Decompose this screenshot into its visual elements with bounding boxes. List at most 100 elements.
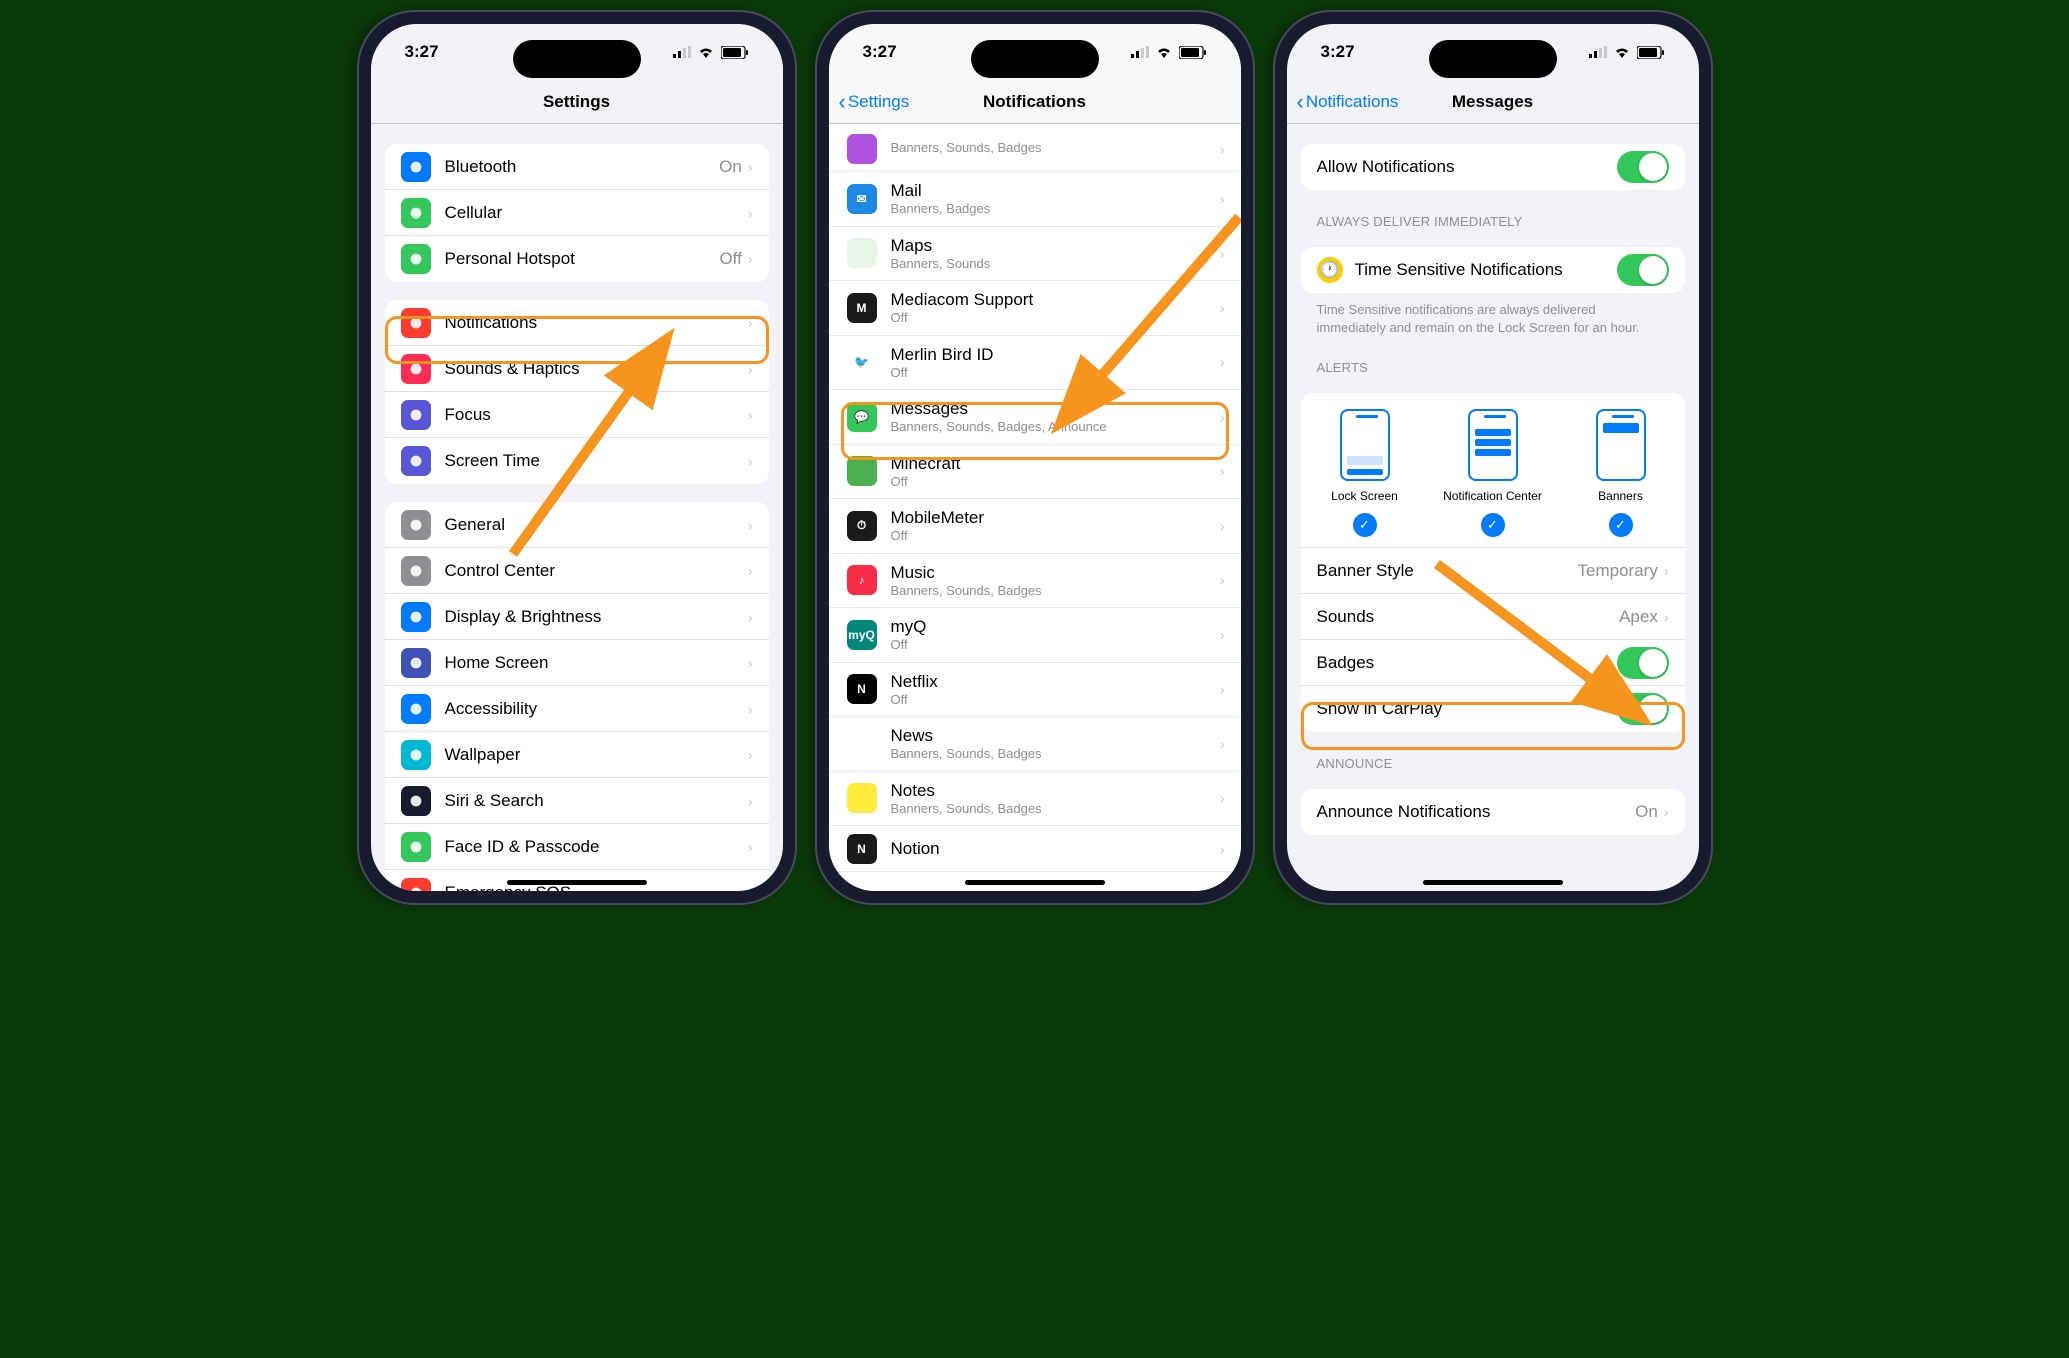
settings-row-notifications[interactable]: Notifications› bbox=[385, 300, 769, 346]
settings-row-general[interactable]: General› bbox=[385, 502, 769, 548]
back-button[interactable]: ‹Notifications bbox=[1297, 89, 1399, 115]
sounds-row[interactable]: Sounds Apex › bbox=[1301, 594, 1685, 640]
app-row-myq[interactable]: myQmyQOff› bbox=[829, 608, 1241, 663]
settings-row-display-brightness[interactable]: Display & Brightness› bbox=[385, 594, 769, 640]
app-icon: N bbox=[847, 674, 877, 704]
settings-content[interactable]: BluetoothOn›Cellular›Personal HotspotOff… bbox=[371, 124, 783, 891]
app-row-netflix[interactable]: NNetflixOff› bbox=[829, 663, 1241, 718]
screen-2: 3:27 ‹Settings Notifications Banners, So… bbox=[829, 24, 1241, 891]
chevron-right-icon: › bbox=[748, 839, 753, 855]
app-sub: Banners, Sounds, Badges bbox=[891, 746, 1220, 762]
nav-bar: ‹Settings Notifications bbox=[829, 80, 1241, 124]
settings-row-face-id-passcode[interactable]: Face ID & Passcode› bbox=[385, 824, 769, 870]
time-sensitive-group: 🕐 Time Sensitive Notifications bbox=[1301, 247, 1685, 293]
alert-banners[interactable]: Banners bbox=[1557, 409, 1685, 503]
home-indicator[interactable] bbox=[1423, 880, 1563, 885]
settings-row-bluetooth[interactable]: BluetoothOn› bbox=[385, 144, 769, 190]
allow-toggle[interactable] bbox=[1617, 151, 1669, 183]
time-sensitive-toggle[interactable] bbox=[1617, 254, 1669, 286]
chevron-right-icon: › bbox=[748, 609, 753, 625]
app-row-mediacom-support[interactable]: MMediacom SupportOff› bbox=[829, 281, 1241, 336]
wifi-icon bbox=[697, 46, 715, 58]
check-icon[interactable]: ✓ bbox=[1481, 513, 1505, 537]
signal-icon bbox=[1589, 46, 1607, 58]
battery-icon bbox=[721, 46, 749, 59]
settings-row-cellular[interactable]: Cellular› bbox=[385, 190, 769, 236]
back-button[interactable]: ‹Settings bbox=[839, 89, 910, 115]
settings-row-screen-time[interactable]: Screen Time› bbox=[385, 438, 769, 484]
settings-row-wallpaper[interactable]: Wallpaper› bbox=[385, 732, 769, 778]
app-name: Mail bbox=[891, 180, 1220, 201]
settings-row-control-center[interactable]: Control Center› bbox=[385, 548, 769, 594]
time-sensitive-row[interactable]: 🕐 Time Sensitive Notifications bbox=[1301, 247, 1685, 293]
app-row-merlin-bird-id[interactable]: 🐦Merlin Bird IDOff› bbox=[829, 336, 1241, 391]
app-icon bbox=[847, 783, 877, 813]
chevron-right-icon: › bbox=[1220, 463, 1225, 479]
app-icon: N bbox=[847, 729, 877, 759]
app-row-minecraft[interactable]: MinecraftOff› bbox=[829, 445, 1241, 500]
always-deliver-header: ALWAYS DELIVER IMMEDIATELY bbox=[1317, 214, 1669, 229]
app-sub: Banners, Badges bbox=[891, 201, 1220, 217]
app-icon bbox=[847, 456, 877, 486]
badges-row[interactable]: Badges bbox=[1301, 640, 1685, 686]
settings-row-personal-hotspot[interactable]: Personal HotspotOff› bbox=[385, 236, 769, 282]
app-row-messages[interactable]: 💬MessagesBanners, Sounds, Badges, Announ… bbox=[829, 390, 1241, 445]
row-label: Accessibility bbox=[445, 699, 748, 719]
settings-row-sounds-haptics[interactable]: Sounds & Haptics› bbox=[385, 346, 769, 392]
row-label: Home Screen bbox=[445, 653, 748, 673]
app-label-stack: NotesBanners, Sounds, Badges bbox=[891, 778, 1220, 820]
settings-row-home-screen[interactable]: Home Screen› bbox=[385, 640, 769, 686]
app-sub: Banners, Sounds, Badges bbox=[891, 801, 1220, 817]
dynamic-island bbox=[971, 40, 1099, 78]
row-label: General bbox=[445, 515, 748, 535]
announce-row[interactable]: Announce Notifications On › bbox=[1301, 789, 1685, 835]
row-label: Face ID & Passcode bbox=[445, 837, 748, 857]
alert-label: Notification Center bbox=[1429, 489, 1557, 503]
check-icon[interactable]: ✓ bbox=[1353, 513, 1377, 537]
siri-icon bbox=[401, 786, 431, 816]
bluetooth-icon bbox=[401, 152, 431, 182]
app-name: myQ bbox=[891, 616, 1220, 637]
time-sensitive-footer: Time Sensitive notifications are always … bbox=[1317, 301, 1669, 336]
chevron-right-icon: › bbox=[1220, 245, 1225, 261]
app-row-news[interactable]: NNewsBanners, Sounds, Badges› bbox=[829, 717, 1241, 772]
app-row-music[interactable]: ♪MusicBanners, Sounds, Badges› bbox=[829, 554, 1241, 609]
announce-header: ANNOUNCE bbox=[1317, 756, 1669, 771]
carplay-row[interactable]: Show in CarPlay bbox=[1301, 686, 1685, 732]
banner-style-row[interactable]: Banner Style Temporary › bbox=[1301, 548, 1685, 594]
row-label: Bluetooth bbox=[445, 157, 720, 177]
alerts-group: Lock Screen Notification Center bbox=[1301, 393, 1685, 732]
notifications-content[interactable]: Banners, Sounds, Badges›✉MailBanners, Ba… bbox=[829, 124, 1241, 891]
status-icons bbox=[673, 46, 749, 59]
messages-settings-content[interactable]: Allow Notifications ALWAYS DELIVER IMMED… bbox=[1287, 124, 1699, 891]
row-label: Sounds & Haptics bbox=[445, 359, 748, 379]
settings-row-siri-search[interactable]: Siri & Search› bbox=[385, 778, 769, 824]
back-label: Notifications bbox=[1306, 92, 1399, 112]
phone-1: 3:27 Settings BluetoothOn›Cellular›Perso… bbox=[357, 10, 797, 905]
app-row-mail[interactable]: ✉MailBanners, Badges› bbox=[829, 172, 1241, 227]
check-icon[interactable]: ✓ bbox=[1609, 513, 1633, 537]
app-row-partial[interactable]: Banners, Sounds, Badges› bbox=[829, 126, 1241, 172]
carplay-toggle[interactable] bbox=[1617, 693, 1669, 725]
nav-bar: Settings bbox=[371, 80, 783, 124]
settings-row-focus[interactable]: Focus› bbox=[385, 392, 769, 438]
app-row-mobilemeter[interactable]: ⏱MobileMeterOff› bbox=[829, 499, 1241, 554]
app-label-stack: NewsBanners, Sounds, Badges bbox=[891, 723, 1220, 765]
badges-toggle[interactable] bbox=[1617, 647, 1669, 679]
settings-row-accessibility[interactable]: Accessibility› bbox=[385, 686, 769, 732]
app-label-stack: Merlin Bird IDOff bbox=[891, 342, 1220, 384]
allow-notifications-row[interactable]: Allow Notifications bbox=[1301, 144, 1685, 190]
back-label: Settings bbox=[848, 92, 909, 112]
alert-lock-screen[interactable]: Lock Screen bbox=[1301, 409, 1429, 503]
home-indicator[interactable] bbox=[507, 880, 647, 885]
chevron-right-icon: › bbox=[1220, 518, 1225, 534]
app-name: News bbox=[891, 725, 1220, 746]
chevron-right-icon: › bbox=[748, 205, 753, 221]
banner-style-value: Temporary bbox=[1578, 561, 1658, 581]
app-row-notion[interactable]: NNotion› bbox=[829, 826, 1241, 872]
alert-notification-center[interactable]: Notification Center bbox=[1429, 409, 1557, 503]
app-row-maps[interactable]: MapsBanners, Sounds› bbox=[829, 227, 1241, 282]
app-row-notes[interactable]: NotesBanners, Sounds, Badges› bbox=[829, 772, 1241, 827]
home-indicator[interactable] bbox=[965, 880, 1105, 885]
row-label: Cellular bbox=[445, 203, 748, 223]
